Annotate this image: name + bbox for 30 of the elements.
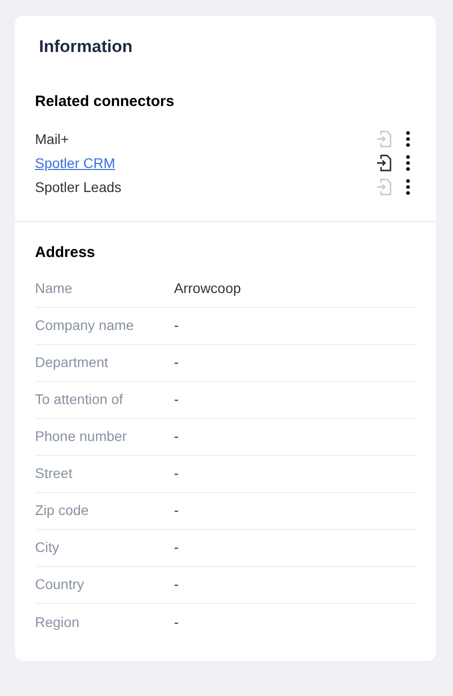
connector-link[interactable]: Spotler CRM [35,152,116,174]
field-value: - [174,390,179,409]
field-label: Zip code [35,501,90,520]
import-icon[interactable] [376,154,392,172]
card-title: Information [38,36,134,58]
field-label: Company name [35,316,135,335]
field-label: Name [35,279,74,298]
section-heading: Address [35,243,96,263]
field-label: To attention of [35,390,124,409]
field-value: - [174,575,179,594]
connector-name: Mail+ [35,130,69,148]
field-value: - [174,464,179,483]
more-icon[interactable] [406,155,410,171]
field-label: Phone number [35,427,128,446]
field-label: Department [35,353,110,372]
field-value: - [174,427,179,446]
field-value: - [174,316,179,335]
field-label: City [35,538,60,557]
field-label: Region [35,612,80,632]
section-heading: Related connectors [35,92,176,112]
field-value: Arrowcoop [174,279,241,298]
field-label: Country [35,575,86,594]
field-value: - [174,501,179,520]
field-label: Street [35,464,74,483]
more-icon[interactable] [406,179,410,195]
field-value: - [174,353,179,372]
connector-name: Spotler Leads [35,178,122,197]
more-icon[interactable] [406,131,410,147]
field-value: - [174,612,179,632]
field-value: - [174,538,179,557]
